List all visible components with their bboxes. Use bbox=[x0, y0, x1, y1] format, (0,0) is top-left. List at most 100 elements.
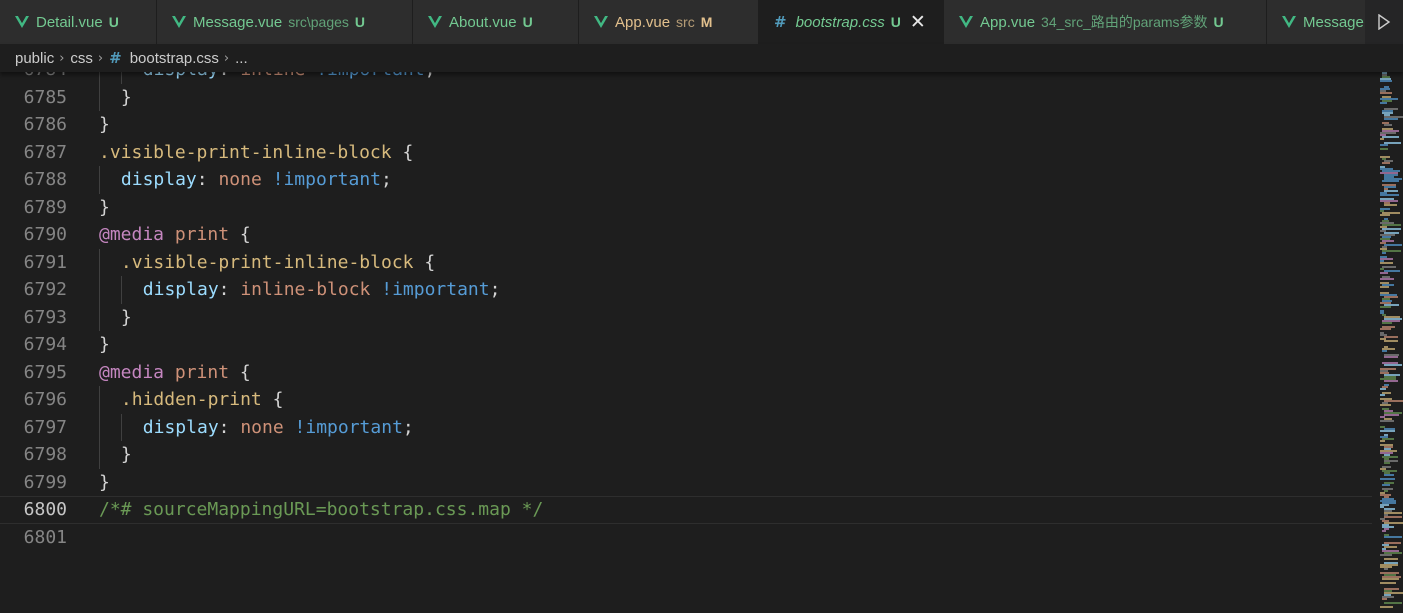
breadcrumb-item-bootstrap-css[interactable]: bootstrap.css bbox=[130, 50, 219, 67]
minimap-line bbox=[1380, 148, 1388, 150]
code-line[interactable]: 6797 display: none !important; bbox=[0, 413, 1372, 442]
git-status-untracked: U bbox=[354, 14, 366, 30]
indent-guide bbox=[99, 413, 100, 441]
code-editor[interactable]: 6784display: inline !important;6785}6786… bbox=[0, 72, 1403, 613]
minimap-line bbox=[1384, 414, 1399, 416]
code-token: ; bbox=[402, 416, 414, 438]
minimap-line bbox=[1382, 598, 1387, 600]
code-line[interactable]: 6787 .visible-print-inline-block { bbox=[0, 139, 1372, 167]
tab-message-vue[interactable]: Message.vue src\pages U bbox=[157, 0, 413, 44]
breadcrumb-item-public[interactable]: public bbox=[15, 50, 54, 67]
line-code: } bbox=[121, 304, 132, 332]
code-line[interactable]: 6798} bbox=[0, 441, 1372, 469]
code-token: } bbox=[99, 114, 110, 135]
code-token: ; bbox=[489, 279, 501, 300]
code-line[interactable]: 6799} bbox=[0, 469, 1372, 497]
code-token: display bbox=[120, 169, 197, 190]
line-number: 6796 bbox=[23, 389, 67, 410]
editor-tab-bar: Detail.vue U Message.vue src\pages U Abo… bbox=[0, 0, 1403, 44]
git-status-untracked: U bbox=[1213, 14, 1224, 30]
minimap-line bbox=[1384, 380, 1398, 382]
code-token: print bbox=[164, 361, 230, 383]
code-line[interactable]: 6786} bbox=[0, 111, 1372, 139]
code-token: display bbox=[142, 416, 219, 438]
code-line[interactable]: 6800 /*# sourceMappingURL=bootstrap.css.m… bbox=[0, 496, 1372, 524]
code-line[interactable]: 6791 .visible-print-inline-block { bbox=[0, 248, 1372, 277]
line-number: 6793 bbox=[23, 306, 67, 328]
code-line[interactable]: 6790 @media print { bbox=[0, 221, 1372, 249]
code-token: } bbox=[99, 471, 110, 493]
line-code: } bbox=[99, 469, 110, 497]
minimap-line bbox=[1382, 266, 1396, 268]
indent-guide bbox=[99, 386, 100, 414]
vue-logo-icon bbox=[1282, 15, 1296, 28]
code-line[interactable]: 6792 display: inline-block !important; bbox=[0, 276, 1372, 304]
code-line[interactable]: 6785} bbox=[0, 83, 1372, 111]
code-token: @media bbox=[99, 224, 165, 245]
minimap-line bbox=[1380, 138, 1384, 140]
indent-guide bbox=[99, 248, 100, 276]
breadcrumb: public › css › # bootstrap.css › ... bbox=[0, 44, 1403, 72]
line-code: .visible-print-inline-block { bbox=[121, 249, 435, 277]
tab-bootstrap-css[interactable]: # bootstrap.css U ✕ bbox=[759, 0, 944, 44]
line-number: 6798 bbox=[23, 444, 67, 465]
minimap-line bbox=[1382, 578, 1399, 580]
code-token: .hidden-print bbox=[120, 389, 262, 410]
tab-app-vue-src[interactable]: App.vue src M bbox=[579, 0, 759, 44]
minimap-line bbox=[1382, 484, 1390, 486]
chevron-right-icon bbox=[1378, 14, 1391, 30]
minimap-line bbox=[1380, 554, 1392, 556]
tab-label: About.vue bbox=[449, 13, 517, 31]
line-code: display: inline-block !important; bbox=[143, 276, 501, 304]
line-code: display: none !important; bbox=[143, 414, 414, 442]
code-line[interactable]: 6795 @media print { bbox=[0, 359, 1372, 387]
code-line[interactable]: 6801 bbox=[0, 524, 1372, 552]
code-token: : bbox=[196, 169, 219, 190]
line-number: 6784 bbox=[0, 72, 67, 84]
minimap-line bbox=[1380, 606, 1393, 608]
close-icon[interactable]: ✕ bbox=[910, 12, 926, 32]
tab-path: src bbox=[676, 14, 695, 30]
minimap-line bbox=[1382, 180, 1399, 182]
minimap-line bbox=[1384, 516, 1402, 518]
code-line[interactable]: 6796 .hidden-print { bbox=[0, 386, 1372, 414]
tab-scroll-right-button[interactable] bbox=[1365, 0, 1403, 44]
breadcrumb-item-css[interactable]: css bbox=[70, 50, 93, 67]
minimap-line bbox=[1384, 204, 1397, 206]
tab-about-vue[interactable]: About.vue U bbox=[413, 0, 579, 44]
code-token: : bbox=[218, 416, 241, 438]
line-number: 6795 bbox=[23, 361, 67, 383]
code-line[interactable]: 6793} bbox=[0, 303, 1372, 332]
code-token: inline bbox=[240, 72, 305, 80]
minimap-line bbox=[1380, 420, 1394, 422]
minimap-line bbox=[1384, 124, 1392, 126]
code-line[interactable]: 6788 display: none !important; bbox=[0, 166, 1372, 194]
tab-app-vue-34-src[interactable]: App.vue 34_src_路由的params参数 U bbox=[944, 0, 1267, 44]
line-number: 6788 bbox=[23, 169, 67, 190]
code-token: .visible-print-inline-block bbox=[120, 251, 414, 273]
code-token: !important bbox=[261, 169, 382, 190]
breadcrumb-item-symbols[interactable]: ... bbox=[235, 50, 248, 67]
indent-guide bbox=[99, 303, 100, 331]
tab-detail-vue[interactable]: Detail.vue U bbox=[0, 0, 157, 44]
git-status-untracked: U bbox=[890, 14, 901, 30]
code-line[interactable]: 6784 display: inline !important; bbox=[0, 72, 1372, 84]
minimap-line bbox=[1380, 278, 1394, 280]
minimap-line bbox=[1380, 328, 1391, 330]
minimap-line bbox=[1382, 530, 1386, 532]
code-token: : bbox=[218, 279, 241, 300]
tab-label: Detail.vue bbox=[36, 13, 103, 31]
line-number: 6790 bbox=[23, 224, 67, 245]
code-token: .visible-print-inline-block bbox=[99, 141, 392, 163]
code-line[interactable]: 6794} bbox=[0, 331, 1372, 359]
line-code: .visible-print-inline-block { bbox=[99, 139, 413, 167]
code-line[interactable]: 6789} bbox=[0, 194, 1372, 222]
code-token: !important bbox=[283, 416, 403, 438]
indent-guide bbox=[99, 166, 100, 194]
minimap-line bbox=[1382, 162, 1390, 164]
minimap[interactable] bbox=[1372, 72, 1403, 613]
minimap-line bbox=[1380, 478, 1395, 480]
tab-path: 34_src_路由的params参数 bbox=[1041, 14, 1208, 30]
minimap-line bbox=[1384, 336, 1398, 338]
vue-logo-icon bbox=[594, 15, 608, 28]
